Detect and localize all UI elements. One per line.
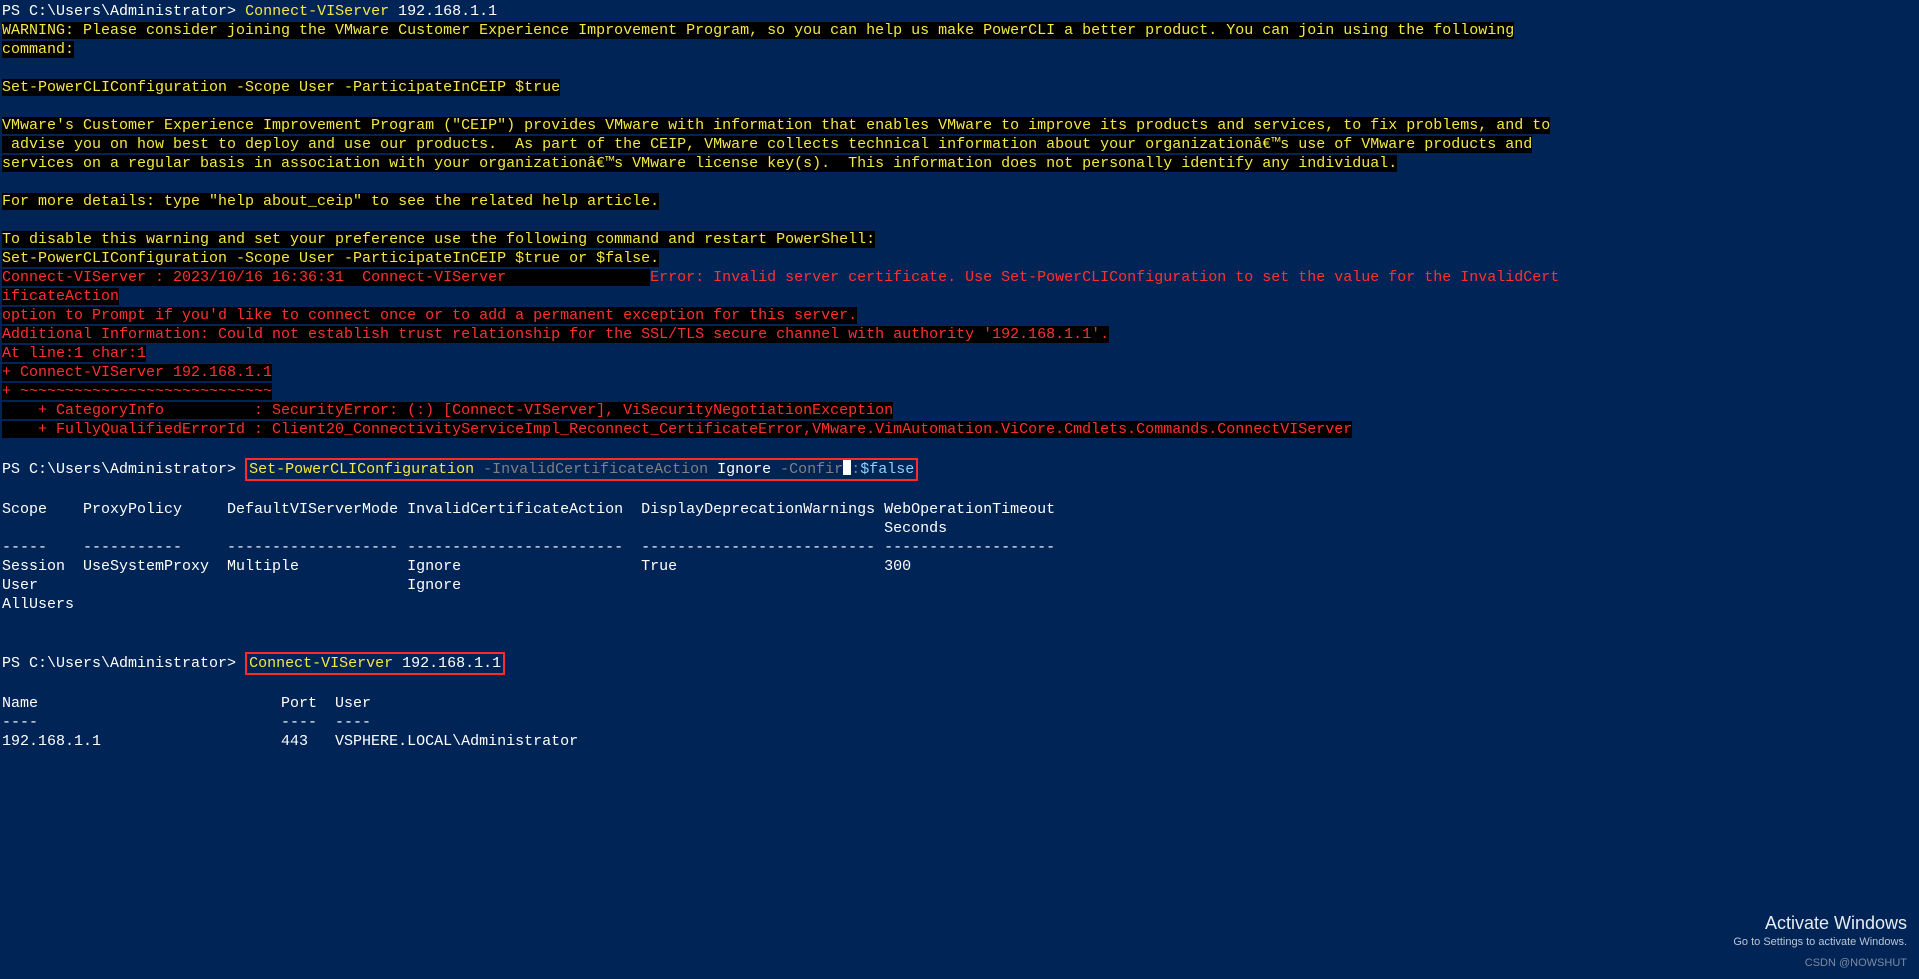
table-header-2: Seconds bbox=[2, 519, 1917, 538]
table2-row: 192.168.1.1 443 VSPHERE.LOCAL\Administra… bbox=[2, 732, 1917, 751]
error-line: At line:1 char:1 bbox=[2, 344, 1917, 363]
table-row: User Ignore bbox=[2, 576, 1917, 595]
command-connect-viserver: Connect-VIServer bbox=[245, 3, 389, 20]
error-line: + CategoryInfo : SecurityError: (:) [Con… bbox=[2, 401, 1917, 420]
blank-line bbox=[2, 97, 1917, 116]
table-row: Session UseSystemProxy Multiple Ignore T… bbox=[2, 557, 1917, 576]
table-sep: ----- ----------- ------------------- --… bbox=[2, 538, 1917, 557]
blank-line bbox=[2, 439, 1917, 458]
error-line: option to Prompt if you'd like to connec… bbox=[2, 306, 1917, 325]
highlighted-command-1: Set-PowerCLIConfiguration -InvalidCertif… bbox=[245, 458, 918, 481]
warning-line: For more details: type "help about_ceip"… bbox=[2, 192, 1917, 211]
warning-line: VMware's Customer Experience Improvement… bbox=[2, 116, 1917, 135]
cursor-icon bbox=[843, 460, 851, 475]
highlighted-command-2: Connect-VIServer 192.168.1.1 bbox=[245, 652, 505, 675]
warning-line: services on a regular basis in associati… bbox=[2, 154, 1917, 173]
error-line: + Connect-VIServer 192.168.1.1 bbox=[2, 363, 1917, 382]
warning-line: Set-PowerCLIConfiguration -Scope User -P… bbox=[2, 78, 1917, 97]
blank-line bbox=[2, 59, 1917, 78]
table2-sep: ---- ---- ---- bbox=[2, 713, 1917, 732]
blank-line bbox=[2, 614, 1917, 633]
error-line: + FullyQualifiedErrorId : Client20_Conne… bbox=[2, 420, 1917, 439]
blank-line bbox=[2, 481, 1917, 500]
blank-line bbox=[2, 633, 1917, 652]
warning-line: To disable this warning and set your pre… bbox=[2, 230, 1917, 249]
warning-line: WARNING: Please consider joining the VMw… bbox=[2, 21, 1917, 40]
error-line: Additional Information: Could not establ… bbox=[2, 325, 1917, 344]
warning-line: advise you on how best to deploy and use… bbox=[2, 135, 1917, 154]
warning-line: command: bbox=[2, 40, 1917, 59]
error-line: ificateAction bbox=[2, 287, 1917, 306]
table-row: AllUsers bbox=[2, 595, 1917, 614]
line-prompt-3: PS C:\Users\Administrator> Connect-VISer… bbox=[2, 652, 1917, 675]
csdn-watermark: CSDN @NOWSHUT bbox=[1733, 954, 1907, 973]
table2-header: Name Port User bbox=[2, 694, 1917, 713]
warning-line: Set-PowerCLIConfiguration -Scope User -P… bbox=[2, 249, 1917, 268]
error-line: + ~~~~~~~~~~~~~~~~~~~~~~~~~~~~ bbox=[2, 382, 1917, 401]
blank-line bbox=[2, 211, 1917, 230]
activate-windows-watermark: Activate Windows Go to Settings to activ… bbox=[1733, 914, 1907, 973]
blank-line bbox=[2, 173, 1917, 192]
line-prompt-2: PS C:\Users\Administrator> Set-PowerCLIC… bbox=[2, 458, 1917, 481]
line-prompt-1: PS C:\Users\Administrator> Connect-VISer… bbox=[2, 2, 1917, 21]
terminal-output[interactable]: PS C:\Users\Administrator> Connect-VISer… bbox=[0, 0, 1919, 753]
blank-line bbox=[2, 675, 1917, 694]
error-line: Connect-VIServer : 2023/10/16 16:36:31 C… bbox=[2, 268, 1917, 287]
table-header: Scope ProxyPolicy DefaultVIServerMode In… bbox=[2, 500, 1917, 519]
